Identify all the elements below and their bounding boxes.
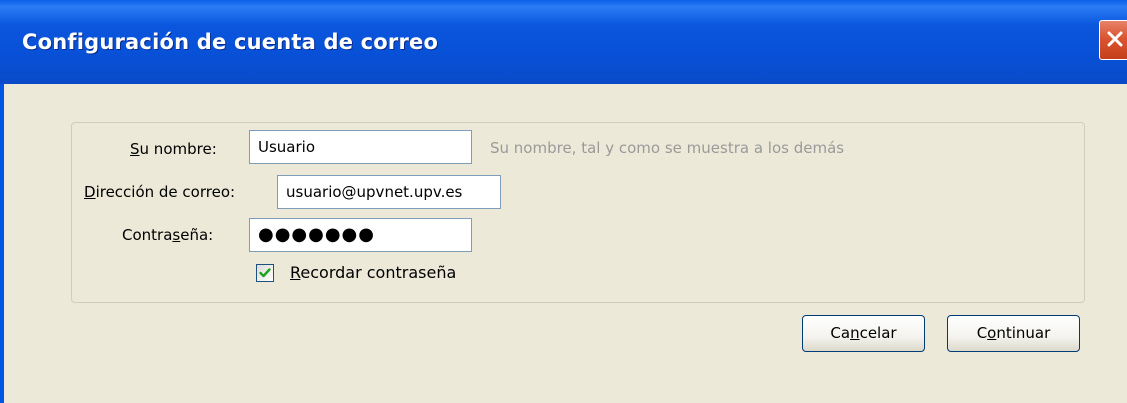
cancel-button[interactable]: Cancelar <box>802 315 925 352</box>
email-label: Dirección de correo: <box>84 183 236 201</box>
name-label: Su nombre: <box>130 140 217 158</box>
close-icon <box>1107 31 1123 47</box>
continue-button[interactable]: Continuar <box>947 315 1080 352</box>
checkmark-icon <box>259 268 271 278</box>
remember-password-checkbox[interactable] <box>256 264 274 282</box>
password-label: Contraseña: <box>122 226 214 244</box>
password-input[interactable]: ●●●●●●● <box>249 218 472 252</box>
email-input[interactable]: usuario@upvnet.upv.es <box>277 175 501 209</box>
remember-password-label[interactable]: Recordar contraseña <box>290 263 456 282</box>
account-setup-dialog: Configuración de cuenta de correo Su nom… <box>0 0 1127 403</box>
window-title: Configuración de cuenta de correo <box>22 30 439 54</box>
close-button[interactable] <box>1099 20 1127 60</box>
name-hint: Su nombre, tal y como se muestra a los d… <box>490 139 845 157</box>
title-bar[interactable]: Configuración de cuenta de correo <box>0 0 1127 84</box>
name-input[interactable]: Usuario <box>249 130 472 164</box>
